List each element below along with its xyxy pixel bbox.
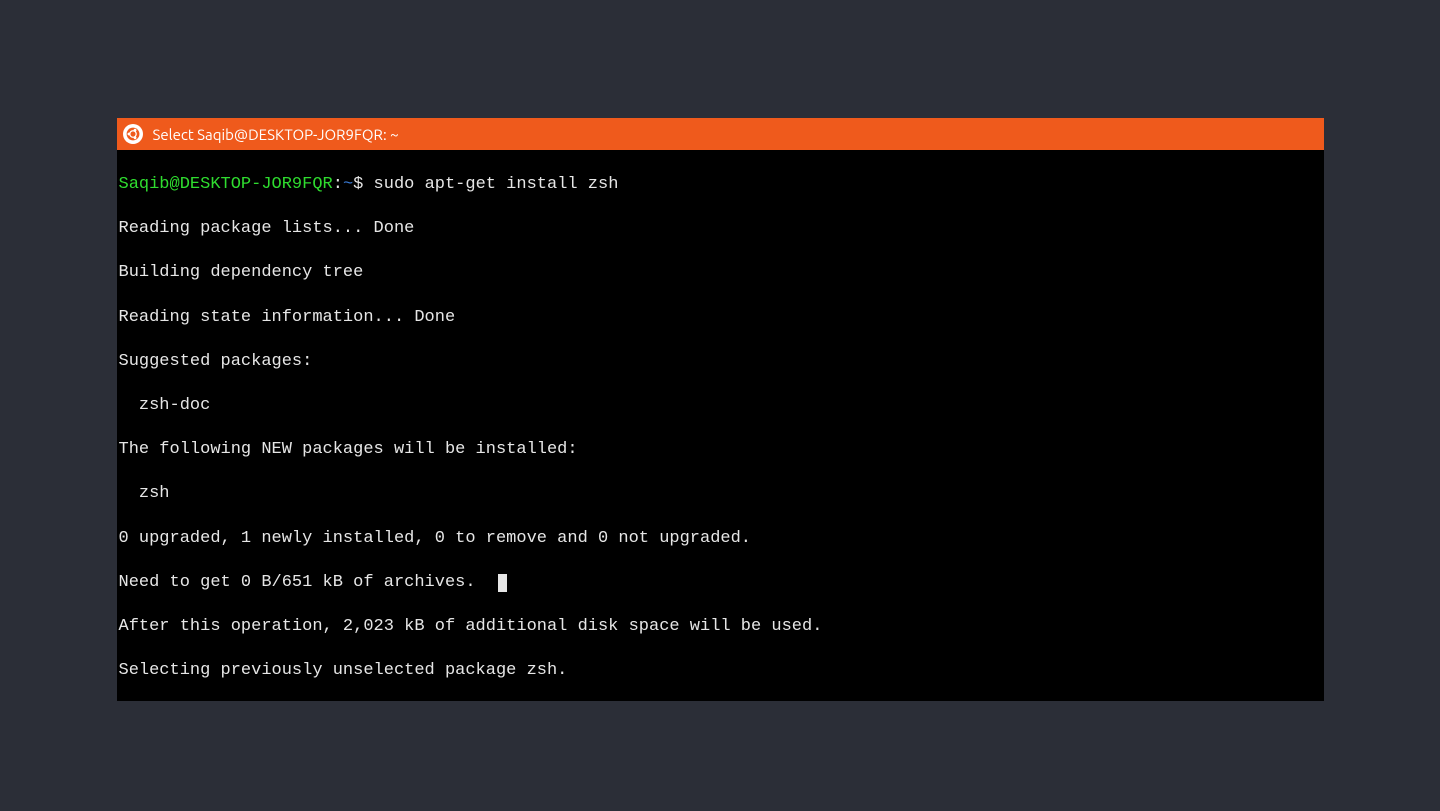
terminal-body[interactable]: Saqib@DESKTOP-JOR9FQR:~$ sudo apt-get in… bbox=[117, 150, 1324, 701]
prompt-separator: : bbox=[333, 175, 343, 194]
output-line: 0 upgraded, 1 newly installed, 0 to remo… bbox=[117, 528, 1324, 550]
output-line: Reading state information... Done bbox=[117, 307, 1324, 329]
output-line: After this operation, 2,023 kB of additi… bbox=[117, 616, 1324, 638]
output-line: zsh-doc bbox=[117, 395, 1324, 417]
prompt-line: Saqib@DESKTOP-JOR9FQR:~$ sudo apt-get in… bbox=[117, 174, 1324, 196]
prompt-symbol: $ bbox=[353, 175, 363, 194]
command-text: sudo apt-get install zsh bbox=[363, 175, 618, 194]
terminal-window: Select Saqib@DESKTOP-JOR9FQR: ~ Saqib@DE… bbox=[117, 118, 1324, 701]
output-line: The following NEW packages will be insta… bbox=[117, 439, 1324, 461]
cursor-icon bbox=[498, 574, 507, 592]
output-line: Reading package lists... Done bbox=[117, 218, 1324, 240]
prompt-path: ~ bbox=[343, 175, 353, 194]
window-title: Select Saqib@DESKTOP-JOR9FQR: ~ bbox=[153, 126, 399, 143]
output-line: Suggested packages: bbox=[117, 351, 1324, 373]
output-line: Selecting previously unselected package … bbox=[117, 660, 1324, 682]
output-line: Building dependency tree bbox=[117, 262, 1324, 284]
output-line: zsh bbox=[117, 483, 1324, 505]
ubuntu-icon bbox=[123, 124, 143, 144]
prompt-user: Saqib@DESKTOP-JOR9FQR bbox=[119, 175, 333, 194]
output-text: Need to get 0 B/651 kB of archives. bbox=[119, 573, 496, 592]
output-line: Need to get 0 B/651 kB of archives. bbox=[117, 572, 1324, 594]
titlebar[interactable]: Select Saqib@DESKTOP-JOR9FQR: ~ bbox=[117, 118, 1324, 150]
